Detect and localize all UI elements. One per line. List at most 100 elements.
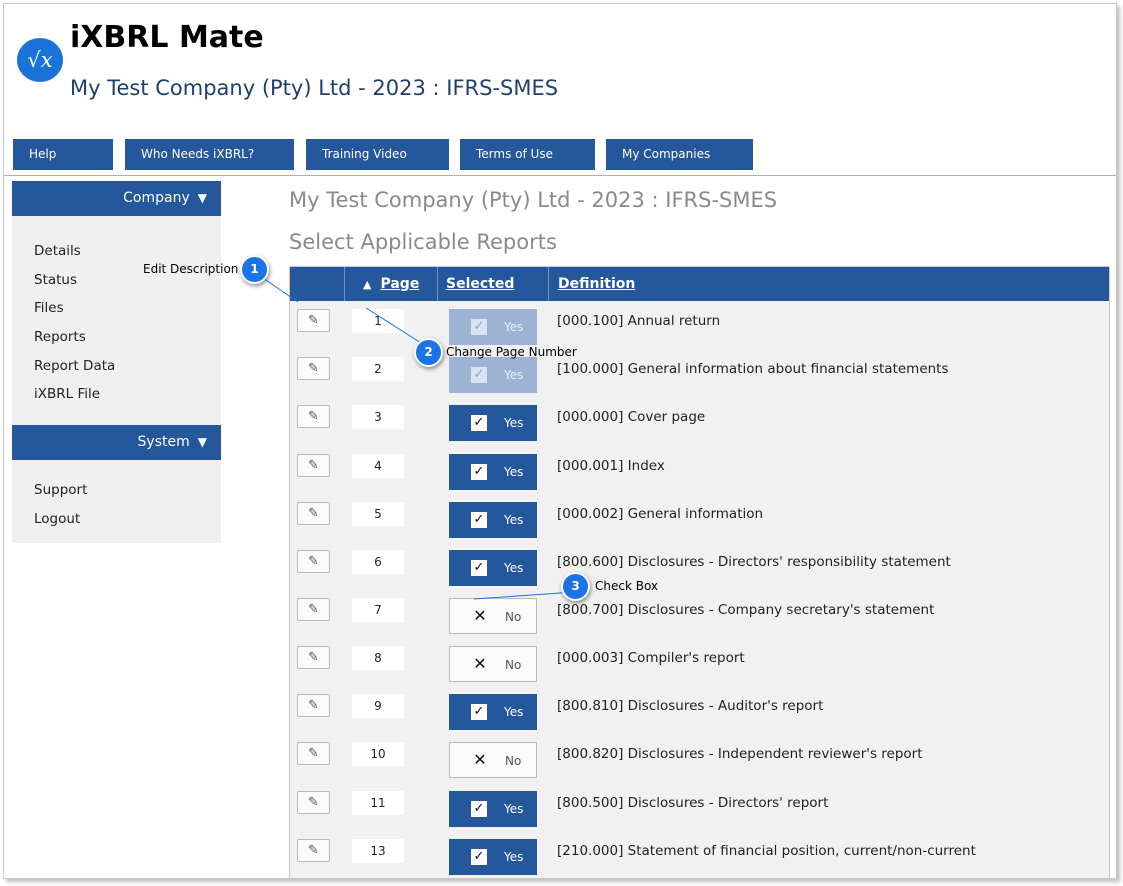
edit-description-button[interactable]: ✎ [297, 839, 330, 862]
selected-label: No [505, 754, 522, 768]
report-definition: [800.500] Disclosures - Directors' repor… [557, 795, 829, 811]
selected-checkbox[interactable]: ✕ No [449, 646, 537, 682]
report-definition: [100.000] General information about fina… [557, 361, 949, 377]
table-row: ✎ 11 ✓ Yes [800.500] Disclosures - Directors… [290, 785, 1109, 833]
sidebar-item-logout[interactable]: Logout [34, 511, 80, 527]
report-definition: [000.100] Annual return [557, 313, 721, 329]
sidebar-company-header[interactable]: Company ▼ [12, 181, 221, 216]
report-definition: [210.000] Statement of financial positio… [557, 843, 976, 859]
selected-checkbox[interactable]: ✕ No [449, 598, 537, 634]
table-row: ✎ 2 ✓ Yes [100.000] General information abou… [290, 351, 1109, 399]
table-row: ✎ 13 ✓ Yes [210.000] Statement of financial … [290, 833, 1109, 878]
page-number-input[interactable]: 11 [352, 791, 404, 815]
sidebar-item-status[interactable]: Status [34, 272, 77, 288]
column-header-definition[interactable]: Definition [558, 267, 635, 301]
nav-help-button[interactable]: Help [13, 139, 113, 170]
edit-description-button[interactable]: ✎ [297, 550, 330, 573]
page-subtitle: Select Applicable Reports [289, 230, 557, 254]
table-row: ✎ 7 ✕ No [800.700] Disclosures - Company sec… [290, 592, 1109, 640]
page-number-input[interactable]: 13 [352, 839, 404, 863]
table-row: ✎ 8 ✕ No [000.003] Compiler's report [290, 640, 1109, 688]
report-definition: [000.002] General information [557, 506, 764, 522]
sidebar-system-header-label: System [137, 434, 190, 450]
column-divider [344, 267, 345, 301]
table-row: ✎ 10 ✕ No [800.820] Disclosures - Independen… [290, 736, 1109, 784]
sidebar-item-ixbrl-file[interactable]: iXBRL File [34, 386, 100, 402]
page-number-input[interactable]: 10 [352, 742, 404, 766]
page-number-input[interactable]: 2 [352, 357, 404, 381]
edit-description-button[interactable]: ✎ [297, 742, 330, 765]
edit-description-button[interactable]: ✎ [297, 309, 330, 332]
nav-training-video-button[interactable]: Training Video [306, 139, 449, 170]
pencil-icon: ✎ [308, 698, 319, 713]
page-number-input[interactable]: 6 [352, 550, 404, 574]
page-number-input[interactable]: 7 [352, 598, 404, 622]
report-definition: [000.003] Compiler's report [557, 650, 745, 666]
cross-icon: ✕ [473, 750, 487, 769]
callout-badge-3: 3 [561, 572, 590, 601]
checkmark-icon: ✓ [471, 560, 487, 576]
pencil-icon: ✎ [308, 602, 319, 617]
sidebar-item-details[interactable]: Details [34, 243, 81, 259]
nav-my-companies-button[interactable]: My Companies [606, 139, 753, 170]
sidebar-company-header-label: Company [123, 190, 190, 206]
sidebar-item-report-data[interactable]: Report Data [34, 358, 115, 374]
pencil-icon: ✎ [308, 458, 319, 473]
checkmark-icon: ✓ [471, 704, 487, 720]
nav-divider [4, 175, 1116, 176]
report-definition: [000.001] Index [557, 458, 665, 474]
edit-description-button[interactable]: ✎ [297, 694, 330, 717]
column-header-page[interactable]: ▲ Page [363, 267, 419, 301]
selected-label: Yes [504, 416, 524, 430]
checkmark-icon: ✓ [471, 801, 487, 817]
selected-checkbox[interactable]: ✓ Yes [449, 839, 537, 875]
selected-checkbox[interactable]: ✕ No [449, 742, 537, 778]
checkmark-icon: ✓ [471, 367, 487, 383]
column-header-selected[interactable]: Selected [446, 267, 514, 301]
nav-who-needs-ixbrl-button[interactable]: Who Needs iXBRL? [125, 139, 294, 170]
selected-label: Yes [504, 368, 524, 382]
sidebar-item-reports[interactable]: Reports [34, 329, 86, 345]
checkmark-icon: ✓ [471, 512, 487, 528]
table-row: ✎ 1 ✓ Yes [000.100] Annual return [290, 303, 1109, 351]
edit-description-button[interactable]: ✎ [297, 454, 330, 477]
selected-checkbox[interactable]: ✓ Yes [449, 694, 537, 730]
report-definition: [800.820] Disclosures - Independent revi… [557, 746, 923, 762]
report-definition: [000.000] Cover page [557, 409, 706, 425]
pencil-icon: ✎ [308, 409, 319, 424]
report-definition: [800.600] Disclosures - Directors' respo… [557, 554, 951, 570]
sidebar-item-files[interactable]: Files [34, 300, 64, 316]
checkmark-icon: ✓ [471, 849, 487, 865]
selected-label: Yes [504, 465, 524, 479]
edit-description-button[interactable]: ✎ [297, 405, 330, 428]
cross-icon: ✕ [473, 606, 487, 625]
selected-checkbox[interactable]: ✓ Yes [449, 502, 537, 538]
sidebar-item-support[interactable]: Support [34, 482, 87, 498]
page-number-input[interactable]: 5 [352, 502, 404, 526]
page-number-input[interactable]: 8 [352, 646, 404, 670]
edit-description-button[interactable]: ✎ [297, 502, 330, 525]
page-number-input[interactable]: 9 [352, 694, 404, 718]
pencil-icon: ✎ [308, 554, 319, 569]
selected-checkbox[interactable]: ✓ Yes [449, 405, 537, 441]
sidebar-system-header[interactable]: System ▼ [12, 425, 221, 460]
callout-label-3: Check Box [595, 579, 659, 593]
edit-description-button[interactable]: ✎ [297, 791, 330, 814]
table-row: ✎ 6 ✓ Yes [800.600] Disclosures - Directors'… [290, 544, 1109, 592]
page-number-input[interactable]: 3 [352, 405, 404, 429]
callout-badge-1: 1 [240, 255, 269, 284]
edit-description-button[interactable]: ✎ [297, 357, 330, 380]
triangle-up-icon: ▲ [363, 278, 372, 291]
edit-description-button[interactable]: ✎ [297, 646, 330, 669]
selected-checkbox[interactable]: ✓ Yes [449, 550, 537, 586]
selected-label: Yes [504, 513, 524, 527]
selected-checkbox[interactable]: ✓ Yes [449, 454, 537, 490]
callout-label-2: Change Page Number [446, 345, 577, 359]
page-number-input[interactable]: 1 [352, 309, 404, 333]
page-number-input[interactable]: 4 [352, 454, 404, 478]
selected-checkbox: ✓ Yes [449, 309, 537, 345]
sidebar: Company ▼ Details Status Files Reports Re… [12, 181, 221, 543]
edit-description-button[interactable]: ✎ [297, 598, 330, 621]
selected-checkbox[interactable]: ✓ Yes [449, 791, 537, 827]
nav-terms-of-use-button[interactable]: Terms of Use [460, 139, 595, 170]
